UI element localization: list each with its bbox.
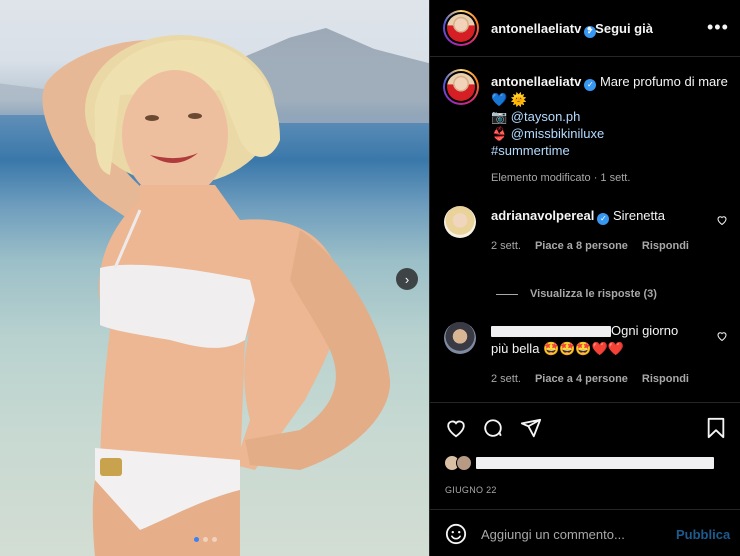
post-header: antonellaeliatv ✓ • Segui già ••• (430, 0, 740, 57)
carousel-next-button[interactable]: › (396, 268, 418, 290)
caption-brand-mention[interactable]: 👙 @missbikiniluxe (491, 126, 604, 141)
caption-author-avatar[interactable] (443, 69, 479, 105)
carousel-indicator (194, 537, 217, 542)
caption-photographer-mention[interactable]: 📷 @tayson.ph (491, 109, 580, 124)
comment-1-meta: 2 sett. Piace a 8 persone Rispondi (491, 240, 689, 252)
comment-2-like-icon[interactable] (716, 330, 728, 342)
liked-by-redacted (476, 457, 714, 469)
author-username[interactable]: antonellaeliatv ✓ (491, 21, 597, 38)
heart-icon[interactable] (445, 417, 467, 439)
carousel-dot (203, 537, 208, 542)
post-actions: GIUGNO 22 Pubblica (430, 402, 740, 556)
view-replies-button[interactable]: Visualizza le risposte (3) (496, 288, 657, 300)
carousel-dot-active (194, 537, 199, 542)
post-photo[interactable]: › (0, 0, 429, 556)
comment-2-age[interactable]: 2 sett. (491, 373, 521, 385)
comment-1-username[interactable]: adrianavolpereal (491, 208, 594, 223)
add-comment-bar: Pubblica (430, 509, 740, 556)
post-date[interactable]: GIUGNO 22 (445, 485, 497, 495)
comment-icon[interactable] (482, 417, 504, 439)
comment-2-text-b: più bella 🤩🤩🤩❤️❤️ (491, 341, 624, 356)
comment-2-reply-button[interactable]: Rispondi (642, 373, 689, 385)
more-options-icon[interactable]: ••• (707, 17, 729, 38)
smiley-icon[interactable] (445, 523, 467, 545)
comment-input[interactable] (481, 524, 671, 544)
replies-divider (496, 293, 518, 295)
comment-2-likes[interactable]: Piace a 4 persone (535, 373, 628, 385)
photo-subject (42, 35, 391, 556)
post-side-panel: antonellaeliatv ✓ • Segui già ••• antonel… (429, 0, 740, 556)
comment-1-text: Sirenetta (612, 208, 665, 223)
commenter-avatar[interactable] (444, 206, 476, 238)
caption-hashtag[interactable]: #summertime (491, 143, 570, 158)
author-username-text[interactable]: antonellaeliatv (491, 21, 581, 36)
post-caption: antonellaeliatv ✓ Mare profumo di mare💙 🌞… (491, 73, 731, 187)
comment-2: Ogni giorno più bella 🤩🤩🤩❤️❤️ (491, 322, 716, 358)
caption-username[interactable]: antonellaeliatv (491, 74, 581, 89)
commenter-avatar[interactable] (444, 322, 476, 354)
publish-button[interactable]: Pubblica (676, 527, 730, 542)
comment-2-text-a: Ogni giorno (611, 323, 679, 338)
comment-1-age[interactable]: 2 sett. (491, 240, 521, 252)
edited-timestamp: Elemento modificato · 1 sett. (491, 172, 631, 184)
following-status[interactable]: • Segui già (587, 21, 653, 36)
bookmark-icon[interactable] (706, 417, 726, 439)
carousel-dot (212, 537, 217, 542)
liked-by-row[interactable] (444, 455, 714, 471)
verified-badge-icon: ✓ (584, 79, 597, 91)
comment-1: adrianavolpereal ✓ Sirenetta (491, 207, 716, 225)
comment-1-likes[interactable]: Piace a 8 persone (535, 240, 628, 252)
comment-1-reply-button[interactable]: Rispondi (642, 240, 689, 252)
view-replies-label[interactable]: Visualizza le risposte (3) (530, 288, 657, 300)
send-icon[interactable] (520, 417, 542, 439)
comment-2-meta: 2 sett. Piace a 4 persone Rispondi (491, 373, 689, 385)
liker-avatar (456, 455, 472, 471)
verified-badge-icon: ✓ (597, 213, 610, 225)
comment-2-username-redacted (491, 326, 611, 338)
comment-1-like-icon[interactable] (716, 214, 728, 226)
author-avatar[interactable] (443, 10, 479, 46)
